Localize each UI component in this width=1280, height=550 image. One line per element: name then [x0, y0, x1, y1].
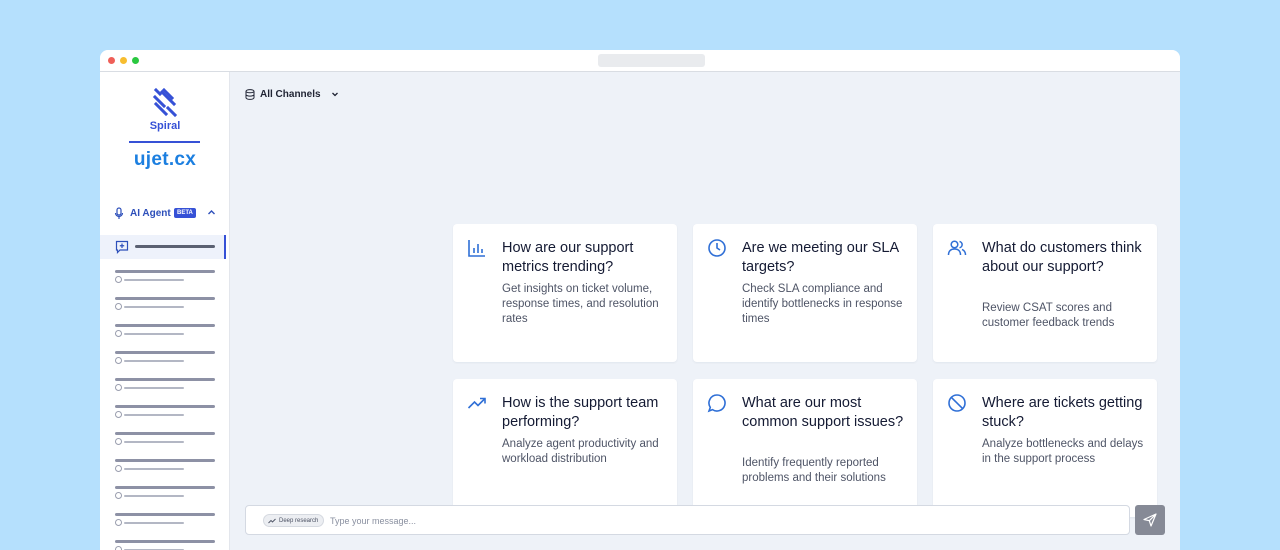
trending-up-icon [467, 397, 486, 409]
chat-history-item[interactable] [100, 349, 230, 376]
new-chat-button[interactable] [100, 235, 226, 259]
clock-icon [115, 330, 122, 337]
clock-icon [115, 303, 122, 310]
card-title: What are our most common support issues? [742, 395, 904, 430]
blocked-icon [948, 394, 966, 412]
chat-history-item[interactable] [100, 457, 230, 484]
card-description: Analyze bottlenecks and delays in the su… [982, 438, 1144, 465]
address-bar[interactable] [598, 54, 705, 67]
chat-history-item[interactable] [100, 538, 230, 550]
logo-divider [129, 141, 200, 143]
suggestion-card-stuck-tickets[interactable]: Where are tickets getting stuck? Analyze… [933, 379, 1157, 517]
chat-history-item[interactable] [100, 376, 230, 403]
chevron-down-icon [331, 92, 338, 97]
app-window: Spiral ujet.cx AI Agent BETA All Channel… [100, 50, 1180, 550]
chat-history-item[interactable] [100, 295, 230, 322]
chat-history-item[interactable] [100, 403, 230, 430]
clock-icon [115, 438, 122, 445]
window-titlebar [100, 50, 1180, 72]
card-description: Check SLA compliance and identify bottle… [742, 283, 903, 325]
main-panel: All Channels How are our support metrics… [230, 72, 1180, 550]
chat-history-list [100, 268, 230, 550]
sidebar: Spiral ujet.cx AI Agent BETA [100, 72, 230, 550]
channel-selector[interactable]: All Channels [245, 87, 339, 101]
chat-history-item[interactable] [100, 484, 230, 511]
new-chat-icon [115, 240, 129, 254]
maximize-window-button[interactable] [132, 57, 139, 64]
clock-icon [708, 239, 726, 257]
bar-chart-icon [468, 240, 485, 257]
clock-icon [115, 546, 122, 550]
card-title: How is the support team performing? [502, 395, 659, 430]
clock-icon [115, 492, 122, 499]
trending-up-icon [268, 518, 276, 523]
chat-history-item[interactable] [100, 511, 230, 538]
suggestion-card-sla[interactable]: Are we meeting our SLA targets? Check SL… [693, 224, 917, 362]
brand-logo: ujet.cx [133, 149, 197, 170]
clock-icon [115, 384, 122, 391]
minimize-window-button[interactable] [120, 57, 127, 64]
send-button[interactable] [1135, 505, 1165, 535]
message-composer: Deep research [245, 505, 1130, 535]
chat-history-item[interactable] [100, 322, 230, 349]
spiral-logo-text: Spiral [149, 120, 181, 132]
card-title: Are we meeting our SLA targets? [742, 240, 899, 275]
chevron-up-icon [208, 210, 215, 215]
new-chat-label-placeholder [135, 245, 215, 248]
microphone-icon [114, 207, 124, 219]
deep-research-label: Deep research [279, 517, 319, 524]
ai-agent-label: AI Agent [130, 208, 171, 219]
close-window-button[interactable] [108, 57, 115, 64]
ai-agent-section-toggle[interactable]: AI Agent BETA [114, 206, 218, 222]
card-description: Review CSAT scores and customer feedback… [982, 302, 1115, 329]
chat-history-item[interactable] [100, 268, 230, 295]
chat-history-item[interactable] [100, 430, 230, 457]
card-title: Where are tickets getting stuck? [982, 395, 1143, 430]
suggestion-card-metrics[interactable]: How are our support metrics trending? Ge… [453, 224, 677, 362]
spiral-logo-icon [152, 88, 178, 118]
clock-icon [115, 411, 122, 418]
database-icon [245, 88, 255, 100]
clock-icon [115, 465, 122, 472]
suggestion-card-issues[interactable]: What are our most common support issues?… [693, 379, 917, 517]
users-icon [947, 240, 967, 256]
suggestion-card-team[interactable]: How is the support team performing? Anal… [453, 379, 677, 517]
card-description: Identify frequently reported problems an… [742, 457, 886, 484]
channel-selector-label: All Channels [260, 88, 321, 100]
clock-icon [115, 276, 122, 283]
suggestion-card-customers[interactable]: What do customers think about our suppor… [933, 224, 1157, 362]
deep-research-toggle[interactable]: Deep research [263, 514, 325, 527]
chat-bubble-icon [707, 394, 726, 413]
message-input[interactable] [330, 512, 1110, 529]
card-description: Analyze agent productivity and workload … [502, 438, 659, 465]
clock-icon [115, 519, 122, 526]
clock-icon [115, 357, 122, 364]
card-title: What do customers think about our suppor… [982, 240, 1142, 275]
card-description: Get insights on ticket volume, response … [502, 283, 659, 325]
send-icon [1143, 513, 1157, 527]
card-title: How are our support metrics trending? [502, 240, 634, 275]
beta-badge: BETA [174, 208, 196, 218]
